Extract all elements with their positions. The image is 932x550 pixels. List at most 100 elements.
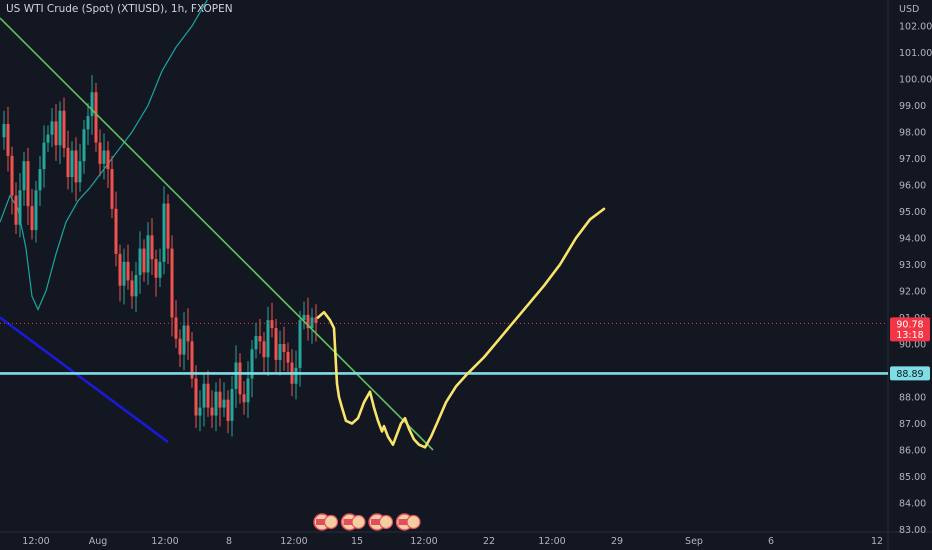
candle-body — [66, 147, 70, 178]
candle-body — [98, 142, 102, 164]
y-tick-label: 83.00 — [899, 525, 926, 536]
candle-body — [182, 325, 186, 355]
candle-body — [166, 203, 170, 249]
candle-body — [142, 248, 146, 273]
y-tick-label: 93.00 — [899, 260, 926, 271]
candle-body — [234, 362, 238, 390]
candle-body — [26, 161, 30, 207]
candle-body — [138, 248, 142, 276]
y-tick-label: 92.00 — [899, 287, 926, 298]
y-tick-label: 87.00 — [899, 419, 926, 430]
x-tick-label: 22 — [483, 536, 495, 547]
candle-body — [6, 124, 10, 156]
candle-body — [86, 116, 90, 130]
x-tick-label: 12 — [871, 536, 883, 547]
y-tick-label: 94.00 — [899, 234, 926, 245]
candle-body — [102, 150, 106, 164]
y-tick-label: 96.00 — [899, 181, 926, 192]
x-tick-label: 15 — [351, 536, 363, 547]
candle-body — [74, 150, 78, 183]
candle-body — [58, 110, 62, 146]
candle-body — [2, 124, 6, 138]
candle-body — [262, 341, 266, 358]
candle-body — [298, 320, 302, 368]
x-tick-label: Aug — [89, 536, 108, 547]
candle-body — [14, 195, 18, 225]
x-tick-label: 12:00 — [538, 536, 565, 547]
y-tick-label: 98.00 — [899, 128, 926, 139]
y-tick-label: 86.00 — [899, 446, 926, 457]
y-tick-label: 88.00 — [899, 393, 926, 404]
bar-countdown-label: 13:18 — [896, 330, 923, 341]
candle-body — [78, 161, 82, 183]
y-tick-label: 102.00 — [899, 22, 932, 33]
candle-body — [186, 325, 190, 342]
candle-body — [242, 394, 246, 403]
candle-body — [50, 121, 54, 135]
candle-body — [126, 261, 130, 281]
candle-body — [82, 129, 86, 162]
support-level-label: 88.89 — [896, 369, 923, 380]
candle-body — [94, 92, 98, 143]
x-tick-label: 12:00 — [410, 536, 437, 547]
y-tick-label: 84.00 — [899, 499, 926, 510]
candle-body — [170, 248, 174, 318]
y-tick-label: 101.00 — [899, 48, 932, 59]
candle-body — [174, 317, 178, 339]
candle-body — [130, 280, 134, 297]
candle-body — [238, 362, 242, 395]
projection-path — [316, 207, 606, 449]
candle-body — [194, 378, 198, 416]
candle-body — [294, 367, 298, 384]
candle-body — [254, 336, 258, 350]
candle-body — [270, 320, 274, 329]
event-marker-stack — [323, 514, 339, 530]
x-tick-label: 29 — [611, 536, 623, 547]
y-tick-label: 85.00 — [899, 472, 926, 483]
candle-body — [222, 399, 226, 408]
candle-body — [114, 208, 118, 254]
candle-body — [70, 150, 74, 178]
candle-body — [122, 261, 126, 286]
candle-body — [158, 261, 162, 278]
candle-body — [22, 161, 26, 191]
candle-body — [106, 150, 110, 170]
candle-body — [110, 169, 114, 209]
price-chart[interactable]: USD 102.00 101.00 100.00 99.00 98.00 97.00 96.0… — [0, 0, 932, 550]
candle-body — [18, 190, 22, 225]
candle-body — [286, 351, 290, 363]
candle-body — [282, 344, 286, 352]
candle-body — [62, 110, 66, 148]
x-tick-label: 12:00 — [280, 536, 307, 547]
y-tick-label: 95.00 — [899, 207, 926, 218]
candle-body — [310, 317, 314, 329]
y-tick-label: 97.00 — [899, 154, 926, 165]
x-tick-label: 12:00 — [151, 536, 178, 547]
x-tick-label: 8 — [226, 536, 232, 547]
candle-body — [246, 378, 250, 403]
event-marker-stack — [351, 514, 366, 530]
candle-body — [42, 142, 46, 170]
x-tick-label: 6 — [768, 536, 774, 547]
candle-body — [226, 399, 230, 421]
y-tick-label: 99.00 — [899, 101, 926, 112]
event-marker-stack — [378, 514, 394, 530]
current-price-label: 90.78 — [896, 319, 923, 330]
candle-body — [266, 320, 270, 358]
candle-body — [46, 134, 50, 143]
candle-body — [214, 391, 218, 416]
x-tick-label: 12:00 — [22, 536, 49, 547]
candle-body — [162, 203, 166, 262]
candle-body — [154, 259, 158, 278]
currency-label: USD — [899, 4, 919, 15]
candle-body — [210, 407, 214, 416]
candle-body — [90, 92, 94, 117]
candle-body — [38, 169, 42, 191]
candle-body — [218, 391, 222, 408]
candle-body — [178, 338, 182, 355]
chart-root: US WTI Crude (Spot) (XTIUSD), 1h, FXOPEN… — [0, 0, 932, 550]
candle-body — [202, 383, 206, 408]
candle-body — [54, 121, 58, 146]
candle-body — [258, 336, 262, 342]
x-tick-label: Sep — [685, 536, 703, 547]
